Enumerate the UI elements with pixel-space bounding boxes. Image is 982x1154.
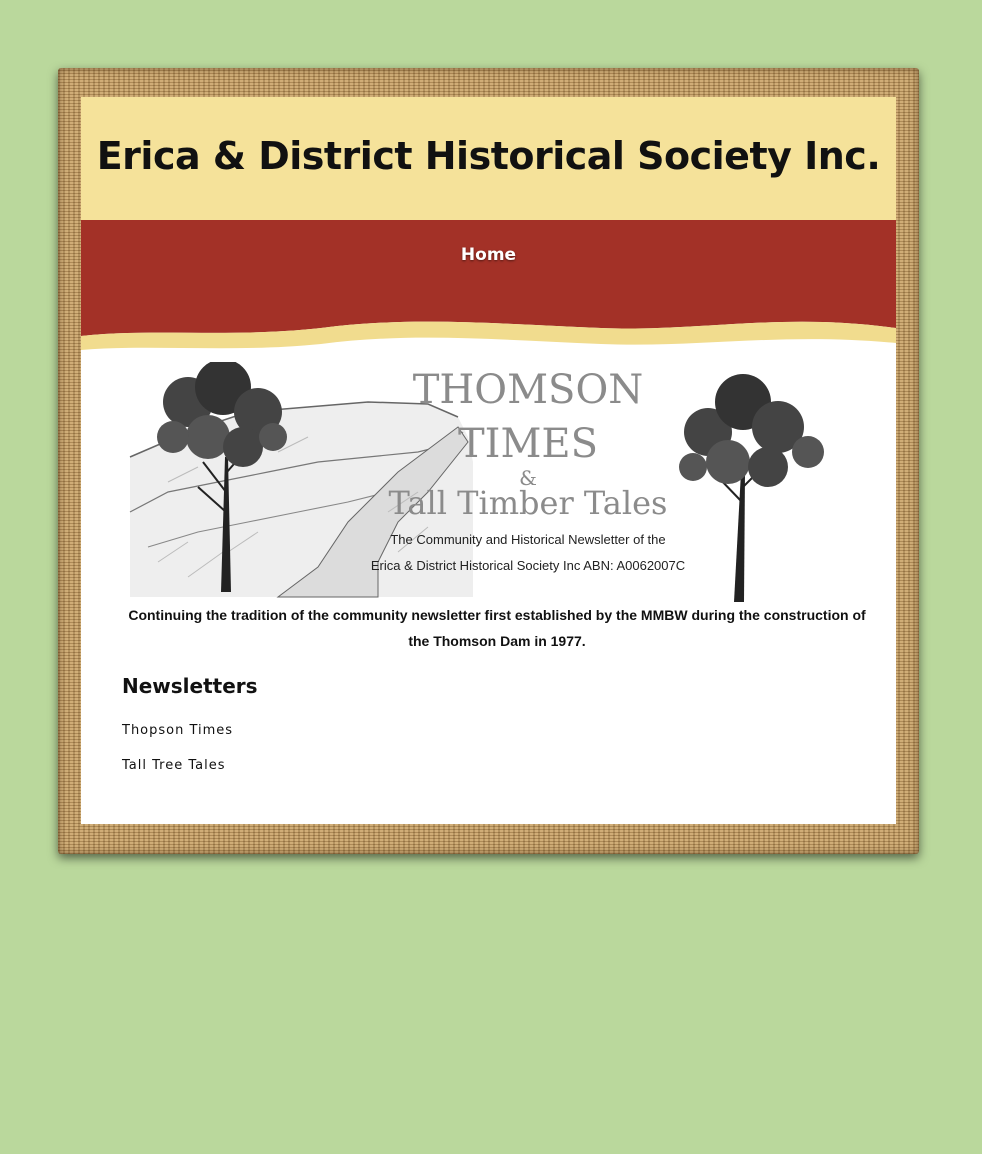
nav-wave-background — [81, 220, 896, 350]
newsletter-link-tall-tree-tales[interactable]: Tall Tree Tales — [122, 758, 225, 773]
site-header: Erica & District Historical Society Inc. — [81, 97, 896, 220]
site-title: Erica & District Historical Society Inc. — [96, 134, 881, 178]
newsletters-heading: Newsletters — [122, 674, 258, 698]
masthead-thomson: THOMSON — [412, 367, 644, 413]
masthead-times: TIMES — [457, 421, 599, 467]
newsletter-link-thopson-times[interactable]: Thopson Times — [122, 723, 233, 738]
nav-bar: Home — [81, 220, 896, 355]
masthead-tall-timber-tales: Tall Timber Tales — [388, 484, 668, 522]
masthead-tagline: Continuing the tradition of the communit… — [128, 607, 866, 649]
nav-home-link[interactable]: Home — [81, 245, 896, 265]
masthead-subtitle-1: The Community and Historical Newsletter … — [390, 532, 666, 547]
page-container: Erica & District Historical Society Inc.… — [81, 97, 896, 824]
masthead-subtitle-2: Erica & District Historical Society Inc … — [370, 558, 686, 573]
